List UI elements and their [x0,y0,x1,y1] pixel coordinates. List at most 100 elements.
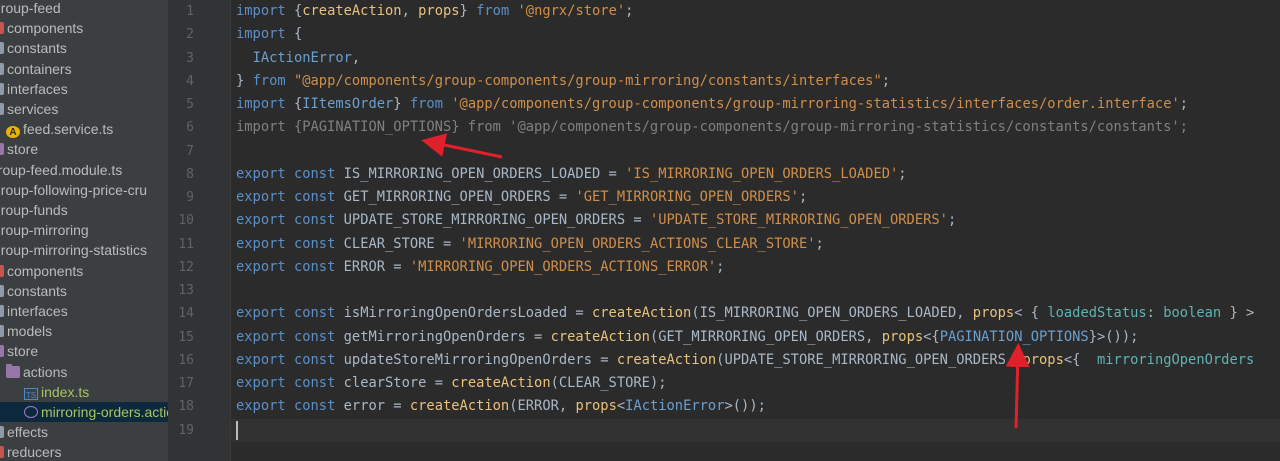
tree-item[interactable]: store [0,139,38,159]
code-token: export [236,351,286,368]
code-token: IActionError [625,398,725,415]
code-token: const [293,212,336,229]
code-token: "@app/components/group-components/group-… [293,72,882,89]
tree-item-label: group-mirroring [0,222,89,239]
tree-item[interactable]: interfaces [0,79,68,99]
code-token: props [1022,351,1064,368]
line-number: 6 [186,120,194,136]
code-line: export const UPDATE_STORE_MIRRORING_OPEN… [236,209,956,232]
code-token: from [409,96,443,112]
code-token: } [393,96,410,112]
code-token: boolean [1163,305,1222,322]
tree-item[interactable]: services [0,99,58,119]
code-line: export const clearStore = createAction(C… [236,372,667,395]
code-token: const [293,305,336,322]
tree-item[interactable]: constants [0,281,67,301]
code-token: const [293,398,336,415]
code-token: createAction [451,375,551,391]
tree-item-label: interfaces [7,80,68,97]
code-token: export [236,235,286,252]
code-token: const [293,258,336,275]
code-token: 'UPDATE_STORE_MIRRORING_OPEN_ORDERS' [649,212,948,229]
tree-item[interactable]: reducers [0,442,61,461]
tree-item[interactable]: models [0,321,52,341]
reducers-folder-icon [0,446,4,459]
tree-item[interactable]: group-feed [0,0,61,18]
code-token: } > [1221,305,1255,322]
tree-item-label: group-following-price-cru [0,181,148,198]
code-token: 'MIRRORING_OPEN_ORDERS_ACTIONS_CLEAR_STO… [459,235,816,252]
code-line: export const isMirroringOpenOrdersLoaded… [236,302,1254,325]
code-editor[interactable]: import {createAction, props} from '@ngrx… [231,0,1280,461]
code-token: < { [1014,305,1048,322]
tree-item[interactable]: actions [6,362,67,382]
code-token: ERROR = [335,258,410,275]
code-token: ; [898,165,907,182]
tree-item[interactable]: containers [0,59,72,79]
tree-item[interactable]: constants [0,38,67,58]
tree-item-label: store [7,343,39,360]
code-token: error = [335,398,410,415]
code-token: >()); [724,398,766,415]
code-token: IS_MIRRORING_OPEN_ORDERS_LOADED = [335,165,626,182]
tree-item[interactable]: group-following-price-cru [0,180,147,200]
code-token: GET_MIRRORING_OPEN_ORDERS = [335,189,576,205]
folder-icon [0,284,4,297]
code-token: export [236,212,286,229]
code-token: createAction [616,351,717,368]
code-token: export [236,189,286,205]
tree-item[interactable]: group-mirroring-statistics [0,240,147,260]
code-line: export const GET_MIRRORING_OPEN_ORDERS =… [236,186,807,209]
code-line: import { [236,23,302,46]
tree-item[interactable]: interfaces [0,301,68,321]
components-folder-icon [0,22,4,35]
code-line: export const error = createAction(ERROR,… [236,395,766,418]
code-token: ; [947,212,957,229]
tree-item[interactable]: components [0,18,83,38]
code-token: export [236,165,286,182]
code-token: < [616,398,626,415]
tree-item[interactable]: TS index.ts [24,382,89,402]
tree-item[interactable]: store [0,341,38,361]
code-token: from [476,3,510,19]
ngrx-file-icon [24,406,38,418]
tree-item-label: actions [23,363,68,380]
code-token: import {PAGINATION_OPTIONS} from '@app/c… [236,119,1188,136]
code-token: }>()); [1088,328,1139,345]
folder-icon [0,82,4,95]
typescript-file-icon: TS [24,387,38,400]
tree-item[interactable]: components [0,261,83,281]
code-token: import [236,26,286,43]
code-token: (CLEAR_STORE); [550,375,667,391]
tree-item-label: group-feed.module.ts [0,161,123,178]
tree-item[interactable]: group-mirroring [0,220,89,240]
code-token: , [351,49,361,66]
line-number: 14 [178,306,194,322]
tree-item[interactable]: group-feed.module.ts [0,160,122,180]
code-token: createAction [550,328,650,345]
code-token: 'IS_MIRRORING_OPEN_ORDERS_LOADED' [625,165,899,182]
line-number: 9 [186,190,194,205]
code-token: clearStore = [335,375,452,391]
tree-item-label: components [7,262,84,279]
tree-item[interactable]: Afeed.service.ts [6,119,113,139]
code-line: import {IItemsOrder} from '@app/componen… [236,93,1188,116]
line-number: 8 [186,166,194,182]
code-token: '@app/components/group-components/group-… [451,96,1180,112]
project-tree: group-feed components constants containers i… [0,0,169,461]
code-line: import {PAGINATION_OPTIONS} from '@app/c… [236,116,1188,139]
tree-item[interactable]: group-funds [0,200,68,220]
line-number: 18 [178,399,194,415]
code-token: getMirroringOpenOrders = [335,328,551,345]
line-number: 12 [178,259,194,275]
tree-item-label: reducers [7,444,62,461]
line-number: 17 [178,376,194,391]
tree-item-label: models [7,323,53,340]
tree-item[interactable]: effects [0,422,48,442]
line-number: 13 [178,283,194,298]
tree-item[interactable]: mirroring-orders.actions.ts [0,402,168,422]
